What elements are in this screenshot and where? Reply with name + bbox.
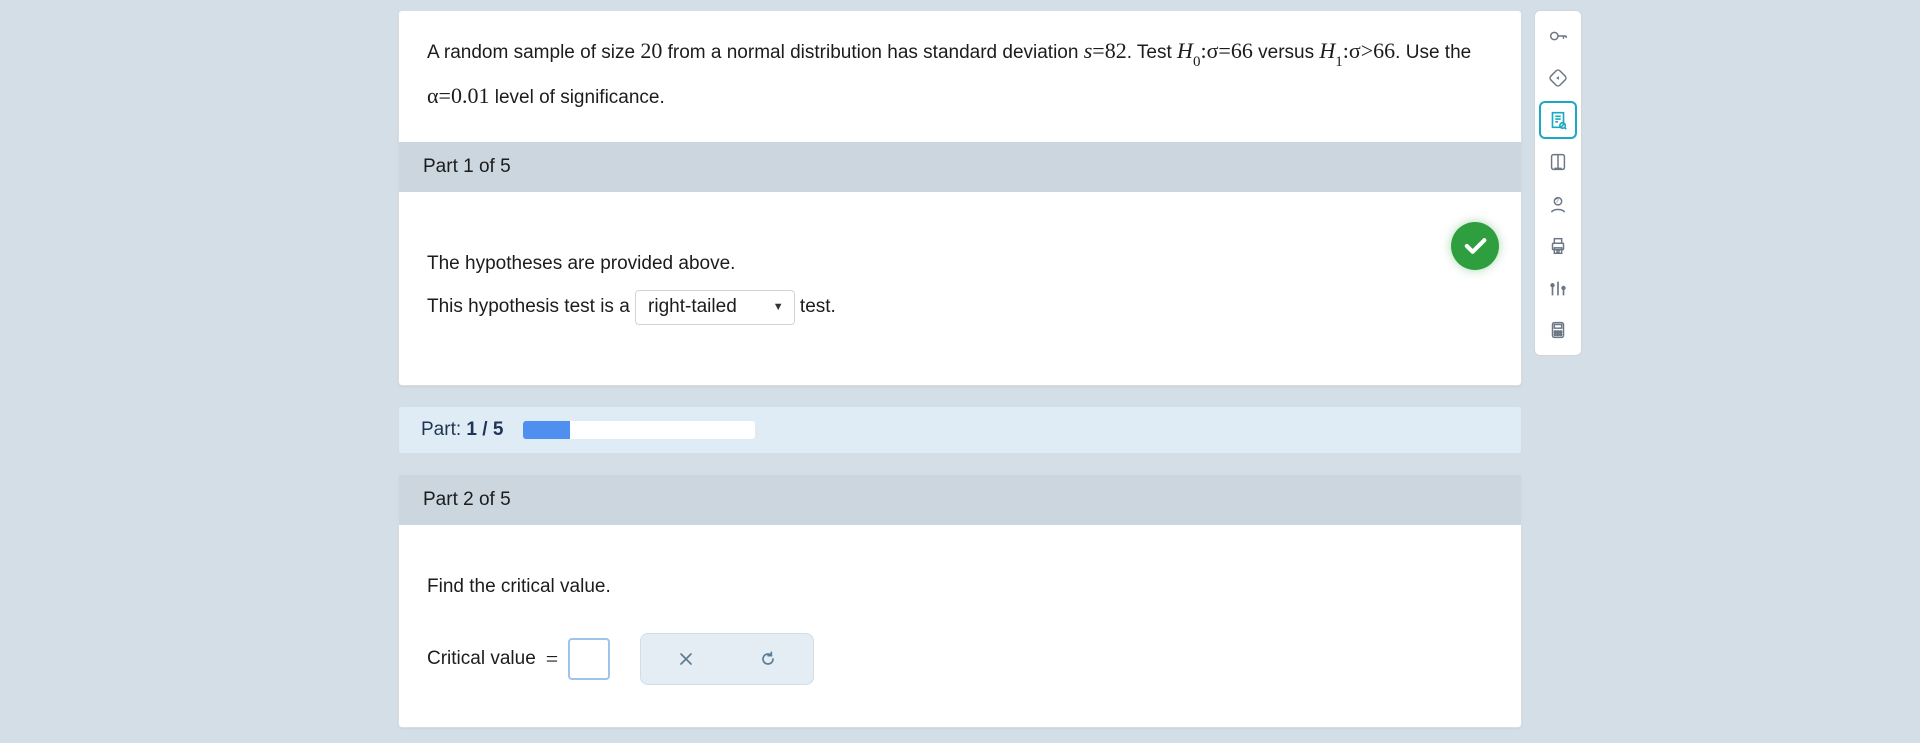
part1-header: Part 1 of 5 [399, 142, 1521, 192]
tail-type-dropdown[interactable]: right-tailed▼ [635, 290, 795, 325]
book-icon[interactable] [1539, 143, 1577, 181]
part1-body: The hypotheses are provided above. This … [399, 192, 1521, 363]
part1-line2: This hypothesis test is a right-tailed▼ … [427, 285, 1493, 329]
calculator-icon[interactable] [1539, 311, 1577, 349]
correct-check-icon [1451, 222, 1499, 270]
svg-text:?: ? [1555, 198, 1559, 205]
side-toolbar: ? [1534, 10, 1582, 356]
input-actions [640, 633, 814, 685]
part1-line1: The hypotheses are provided above. [427, 242, 1493, 286]
refresh-icon[interactable] [1539, 59, 1577, 97]
question-text: A random sample of size 20 from a normal… [399, 11, 1521, 142]
question-card: A random sample of size 20 from a normal… [398, 10, 1522, 386]
reset-icon[interactable] [757, 648, 779, 670]
notes-icon[interactable] [1539, 101, 1577, 139]
part2-header: Part 2 of 5 [399, 475, 1521, 525]
chevron-down-icon: ▼ [773, 301, 784, 313]
stats-icon[interactable] [1539, 269, 1577, 307]
key-icon[interactable] [1539, 17, 1577, 55]
part2-card: Part 2 of 5 Find the critical value. Cri… [398, 474, 1522, 728]
clear-icon[interactable] [675, 648, 697, 670]
critical-value-row: Critical value = [427, 633, 1493, 685]
critical-value-input[interactable] [568, 638, 610, 680]
progress-bar-row: Part: 1 / 5 [398, 406, 1522, 454]
part2-prompt: Find the critical value. [427, 569, 1493, 605]
help-person-icon[interactable]: ? [1539, 185, 1577, 223]
progress-bar [523, 421, 755, 439]
print-icon[interactable] [1539, 227, 1577, 265]
